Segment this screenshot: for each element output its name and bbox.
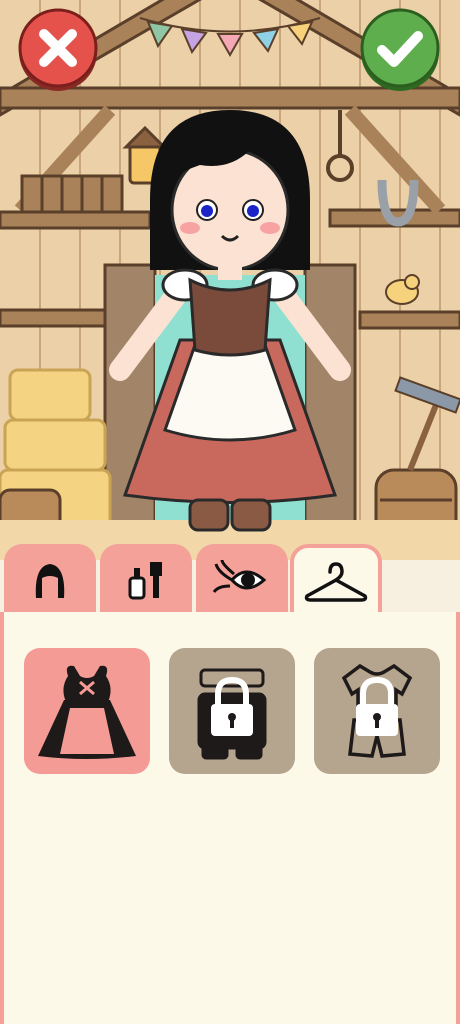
- lock-icon: [211, 676, 253, 736]
- tab-clothes[interactable]: [290, 544, 382, 616]
- hair-icon: [35, 564, 65, 598]
- dress-icon: [38, 665, 136, 759]
- tab-hair[interactable]: [4, 544, 96, 616]
- makeup-brush-icon: [128, 562, 162, 600]
- tab-eyes[interactable]: [196, 544, 288, 616]
- lock-icon: [356, 676, 398, 736]
- character-avatar: [109, 110, 351, 532]
- outfit-card-dress[interactable]: [24, 648, 150, 774]
- confirm-button[interactable]: [358, 8, 442, 92]
- hanger-icon: [304, 562, 368, 602]
- cancel-button[interactable]: [16, 8, 100, 92]
- tab-makeup[interactable]: [100, 544, 192, 616]
- outfit-card-shirt-shorts[interactable]: [314, 648, 440, 774]
- outfit-card-overalls[interactable]: [169, 648, 295, 774]
- eye-lashes-icon: [212, 559, 267, 593]
